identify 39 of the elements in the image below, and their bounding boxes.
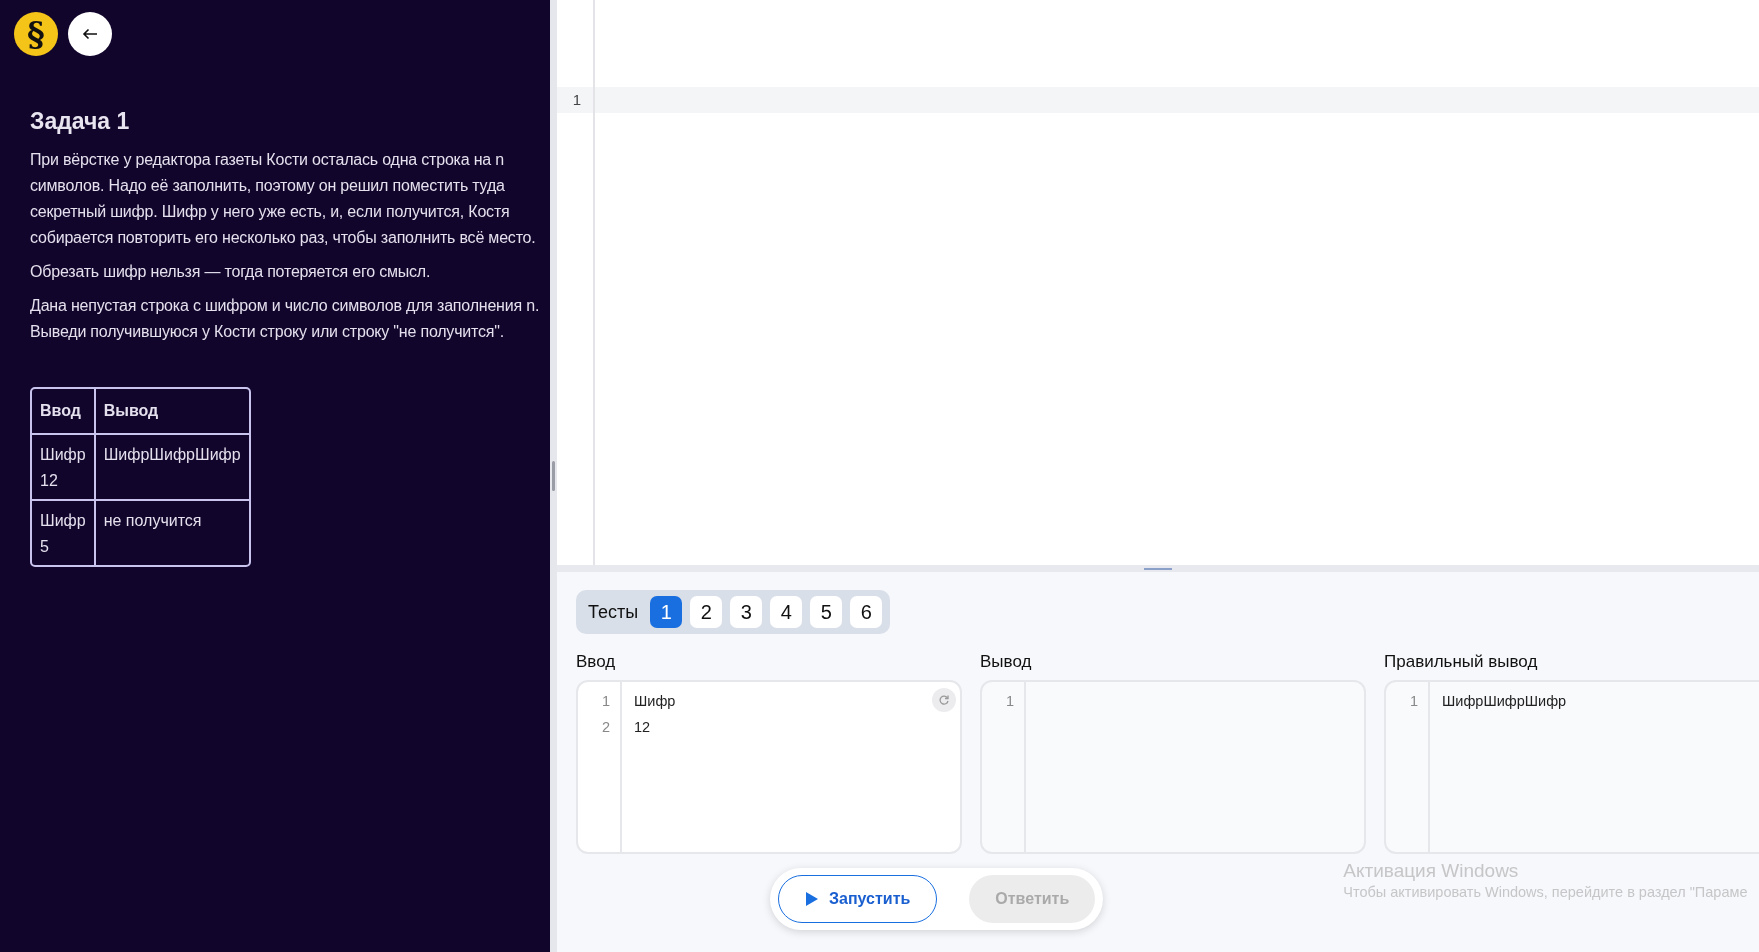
play-icon xyxy=(805,891,819,907)
input-field[interactable]: 1 2 Шифр 12 xyxy=(576,680,962,854)
panel-title: Правильный вывод xyxy=(1384,652,1539,673)
resize-handle[interactable] xyxy=(1144,567,1172,570)
line-number: 1 xyxy=(600,692,611,711)
back-arrow-icon xyxy=(82,28,98,40)
column-header: Ввод xyxy=(32,389,96,435)
test-tab[interactable]: 4 xyxy=(770,596,803,628)
action-button[interactable]: Запустить xyxy=(778,875,938,923)
tests-label: Тесты xyxy=(588,601,639,623)
task-paragraph: Обрезать шифр нельзя — тогда потеряется его смысл. xyxy=(30,262,432,282)
table-cell: Шифр 12 xyxy=(32,435,96,501)
code-editor[interactable]: 1 xyxy=(557,0,1759,565)
logo[interactable]: § xyxy=(14,12,58,56)
line-number: 1 xyxy=(1004,692,1015,711)
task-paragraph: Дана непустая строка с шифром и число символов для заполнения n. Выведи получившуюся у Кости строку или строку "не получится". xyxy=(30,296,541,342)
refresh-icon xyxy=(938,694,950,706)
line-number: 1 xyxy=(1408,692,1419,711)
table-cell: ШифрШифрШифр xyxy=(95,435,249,501)
back-button[interactable] xyxy=(68,12,112,56)
table-cell: Шифр 5 xyxy=(32,501,96,565)
resize-handle[interactable] xyxy=(552,461,555,491)
line-number: 2 xyxy=(600,718,611,737)
test-tab[interactable]: 2 xyxy=(690,596,723,628)
task-paragraph: При вёрстке у редактора газеты Кости осталась одна строка на n символов. Надо её заполнить, поэтому он решил поместить туда секретный шифр. Шифр у него уже есть, и, если получится, Костя собирается повторить его несколько раз, чтобы заполнить всё место. xyxy=(30,150,537,248)
task-title: Задача 1 xyxy=(30,108,131,135)
test-tab[interactable]: 6 xyxy=(850,596,883,628)
line-text: 12 xyxy=(634,719,651,735)
reset-button[interactable] xyxy=(932,688,956,712)
line-number: 1 xyxy=(557,87,593,113)
test-tab[interactable]: 3 xyxy=(730,596,763,628)
table-cell-text: не получится xyxy=(102,511,203,531)
column-header: Вывод xyxy=(95,389,249,435)
line-text: ШифрШифрШифр xyxy=(1442,693,1567,709)
line-text: Шифр xyxy=(634,693,676,709)
test-tab[interactable]: 5 xyxy=(810,596,843,628)
panel-title: Ввод xyxy=(576,652,617,673)
test-tab[interactable]: 1 xyxy=(650,596,683,628)
panel-title: Вывод xyxy=(980,652,1033,673)
